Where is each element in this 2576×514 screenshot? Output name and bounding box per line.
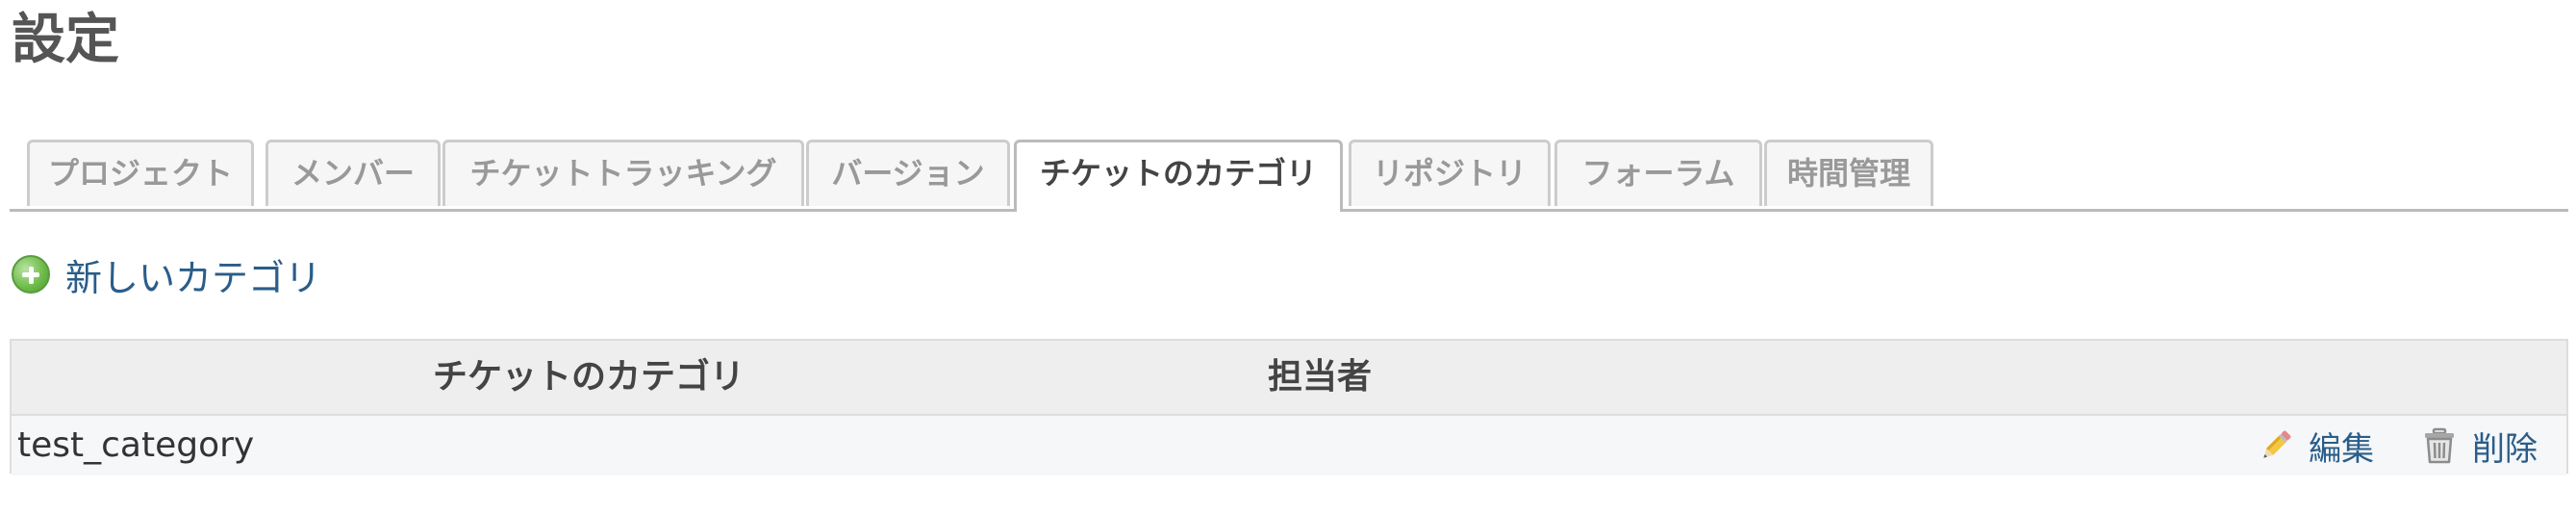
column-header-assignee: 担当者 — [1267, 357, 1372, 397]
new-category-label: 新しいカテゴリ — [65, 256, 322, 299]
pencil-icon — [2263, 430, 2291, 458]
new-category-link[interactable]: 新しいカテゴリ — [12, 248, 321, 300]
tab-members[interactable]: メンバー — [265, 140, 441, 206]
edit-button[interactable]: 編集 — [2257, 423, 2374, 470]
row-actions: 編集 削除 — [2257, 416, 2538, 475]
add-icon — [12, 255, 50, 294]
tab-repository[interactable]: リポジトリ — [1349, 140, 1551, 206]
settings-tabs: プロジェクト メンバー チケットトラッキング バージョン チケットのカテゴリ リ… — [10, 140, 2568, 212]
page-title: 設定 — [12, 9, 119, 71]
tab-issue-categories[interactable]: チケットのカテゴリ — [1014, 140, 1343, 212]
table-header: チケットのカテゴリ 担当者 — [12, 341, 2566, 416]
category-name: test_category — [17, 425, 255, 465]
tab-time-tracking[interactable]: 時間管理 — [1764, 140, 1933, 206]
table-row: test_category 編集 削除 — [12, 416, 2566, 475]
categories-table: チケットのカテゴリ 担当者 test_category 編集 削除 — [10, 339, 2568, 475]
tab-versions[interactable]: バージョン — [806, 140, 1010, 206]
delete-label: 削除 — [2472, 429, 2538, 469]
trash-icon — [2425, 427, 2454, 464]
tab-forums[interactable]: フォーラム — [1554, 140, 1762, 206]
tab-issue-tracking[interactable]: チケットトラッキング — [442, 140, 804, 206]
delete-button[interactable]: 削除 — [2420, 423, 2538, 470]
column-header-category: チケットのカテゴリ — [432, 357, 745, 397]
tab-project[interactable]: プロジェクト — [27, 140, 254, 206]
edit-label: 編集 — [2309, 429, 2374, 469]
